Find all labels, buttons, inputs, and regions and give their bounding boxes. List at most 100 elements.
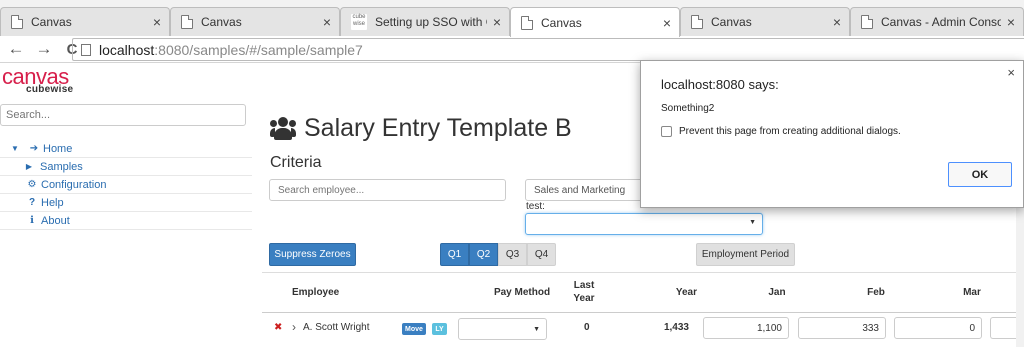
department-select-value: Sales and Marketing (534, 184, 626, 196)
q2-button[interactable]: Q2 (469, 243, 498, 266)
tab-title: Canvas - Admin Console (881, 15, 1001, 29)
tab-title: Canvas (201, 15, 242, 29)
sidebar-item-label: Samples (40, 160, 83, 173)
browser-tab[interactable]: cube wise Setting up SSO with CAM × (340, 7, 510, 36)
browser-tab-strip: Canvas × Canvas × cube wise Setting up S… (0, 0, 1024, 37)
caret-right-icon: ▶ (25, 162, 33, 171)
tab-title: Canvas (541, 15, 582, 30)
sidebar-item-home[interactable]: ▼ ➔ Home (0, 140, 252, 158)
last-year-value: 0 (584, 322, 590, 333)
q4-button[interactable]: Q4 (527, 243, 556, 266)
info-icon: ℹ (30, 215, 34, 226)
ly-badge[interactable]: LY (432, 323, 447, 335)
q1-button[interactable]: Q1 (440, 243, 469, 266)
employee-name: A. Scott Wright (303, 322, 370, 333)
close-icon[interactable]: × (1007, 65, 1015, 80)
test-label: test: (526, 201, 545, 212)
browser-tab[interactable]: Canvas - Admin Console × (850, 7, 1024, 36)
header-jan: Jan (768, 287, 786, 298)
expand-row-icon[interactable]: › (292, 320, 296, 334)
question-icon: ? (28, 197, 36, 208)
header-year: Year (675, 287, 697, 298)
page-icon (11, 15, 23, 29)
alert-dialog: × localhost:8080 says: Something2 Preven… (640, 60, 1024, 208)
tab-title: Canvas (31, 15, 72, 29)
tab-title: Setting up SSO with CAM (375, 15, 487, 29)
feb-input[interactable]: 333 (798, 317, 886, 339)
browser-tab-active[interactable]: Canvas × (510, 7, 680, 37)
sidebar: ▼ ➔ Home ▶ Samples ⚙ Configuration ? Hel… (0, 98, 252, 347)
dialog-message: Something2 (661, 103, 715, 114)
page-icon (861, 15, 873, 29)
suppress-zeroes-button[interactable]: Suppress Zeroes (269, 243, 356, 266)
sidebar-nav: ▼ ➔ Home ▶ Samples ⚙ Configuration ? Hel… (0, 140, 252, 230)
caret-down-icon: ▼ (11, 144, 19, 153)
page-icon (521, 15, 533, 30)
employment-period-button[interactable]: Employment Period (696, 243, 795, 266)
browser-tab[interactable]: Canvas × (0, 7, 170, 36)
browser-tab[interactable]: Canvas × (680, 7, 850, 36)
tab-close-icon[interactable]: × (833, 14, 841, 30)
delete-row-icon[interactable]: ✖ (274, 322, 282, 333)
header-last-year-line2: Year (573, 293, 595, 304)
logo-sub-text: cubewise (26, 84, 74, 95)
header-feb: Feb (867, 287, 885, 298)
sidebar-item-samples[interactable]: ▶ Samples (0, 158, 252, 176)
back-icon[interactable]: ← (4, 39, 28, 59)
tab-close-icon[interactable]: × (663, 15, 671, 31)
ok-button[interactable]: OK (948, 162, 1012, 187)
mar-input[interactable]: 0 (894, 317, 982, 339)
prevent-dialogs-checkbox[interactable] (661, 126, 672, 137)
url-input[interactable]: localhost :8080/samples/#/sample/sample7 (72, 38, 1024, 61)
tab-close-icon[interactable]: × (323, 14, 331, 30)
address-bar: ← → C localhost :8080/samples/#/sample/s… (0, 36, 1024, 63)
gears-icon: ⚙ (27, 179, 37, 190)
tab-close-icon[interactable]: × (493, 14, 501, 30)
sidebar-item-label: Home (43, 142, 73, 155)
header-mar: Mar (963, 287, 981, 298)
header-pay-method: Pay Method (493, 287, 551, 298)
sidebar-item-help[interactable]: ? Help (0, 194, 252, 212)
browser-tab[interactable]: Canvas × (170, 7, 340, 36)
search-employee-input[interactable] (269, 179, 506, 201)
header-last-year-line1: Last (573, 280, 595, 291)
url-host: localhost (99, 41, 155, 58)
tab-close-icon[interactable]: × (1007, 14, 1015, 30)
salary-table: Employee Pay Method Last Year Year Jan F… (262, 272, 1024, 347)
sidebar-item-configuration[interactable]: ⚙ Configuration (0, 176, 252, 194)
table-divider (262, 272, 1024, 273)
sidebar-search-input[interactable] (0, 104, 246, 126)
sidebar-item-label: Help (41, 196, 64, 209)
header-employee: Employee (292, 287, 340, 298)
test-select[interactable]: ▼ (525, 213, 763, 235)
tab-title: Canvas (711, 15, 752, 29)
criteria-heading: Criteria (270, 154, 322, 171)
page-info-icon[interactable] (81, 43, 91, 56)
sidebar-item-label: Configuration (41, 178, 107, 191)
jan-input[interactable]: 1,100 (703, 317, 789, 339)
forward-icon[interactable]: → (32, 39, 56, 59)
prevent-dialogs-label[interactable]: Prevent this page from creating addition… (679, 126, 901, 137)
page-title-text: Salary Entry Template B (304, 114, 572, 142)
sidebar-item-about[interactable]: ℹ About (0, 212, 252, 230)
cubewise-icon: cube wise (351, 14, 367, 30)
select-caret-icon: ▼ (533, 325, 540, 333)
users-icon (270, 116, 296, 141)
year-value: 1,433 (663, 322, 689, 333)
tab-close-icon[interactable]: × (153, 14, 161, 30)
sign-in-icon: ➔ (29, 143, 39, 154)
page-title: Salary Entry Template B (270, 114, 572, 143)
dialog-origin: localhost:8080 says: (661, 77, 779, 92)
table-divider (262, 312, 1024, 313)
move-badge[interactable]: Move (402, 323, 426, 335)
department-select[interactable]: Sales and Marketing (525, 179, 645, 201)
url-path: :8080/samples/#/sample/sample7 (154, 41, 363, 58)
q3-button[interactable]: Q3 (498, 243, 527, 266)
canvas-logo[interactable]: canvas cubewise (0, 64, 110, 98)
select-caret-icon: ▼ (749, 219, 756, 226)
quarter-toggle-group: Q1 Q2 Q3 Q4 (440, 243, 556, 266)
sidebar-item-label: About (41, 214, 70, 227)
page-icon (181, 15, 193, 29)
pay-method-select[interactable]: ▼ (458, 318, 547, 340)
page-icon (691, 15, 703, 29)
